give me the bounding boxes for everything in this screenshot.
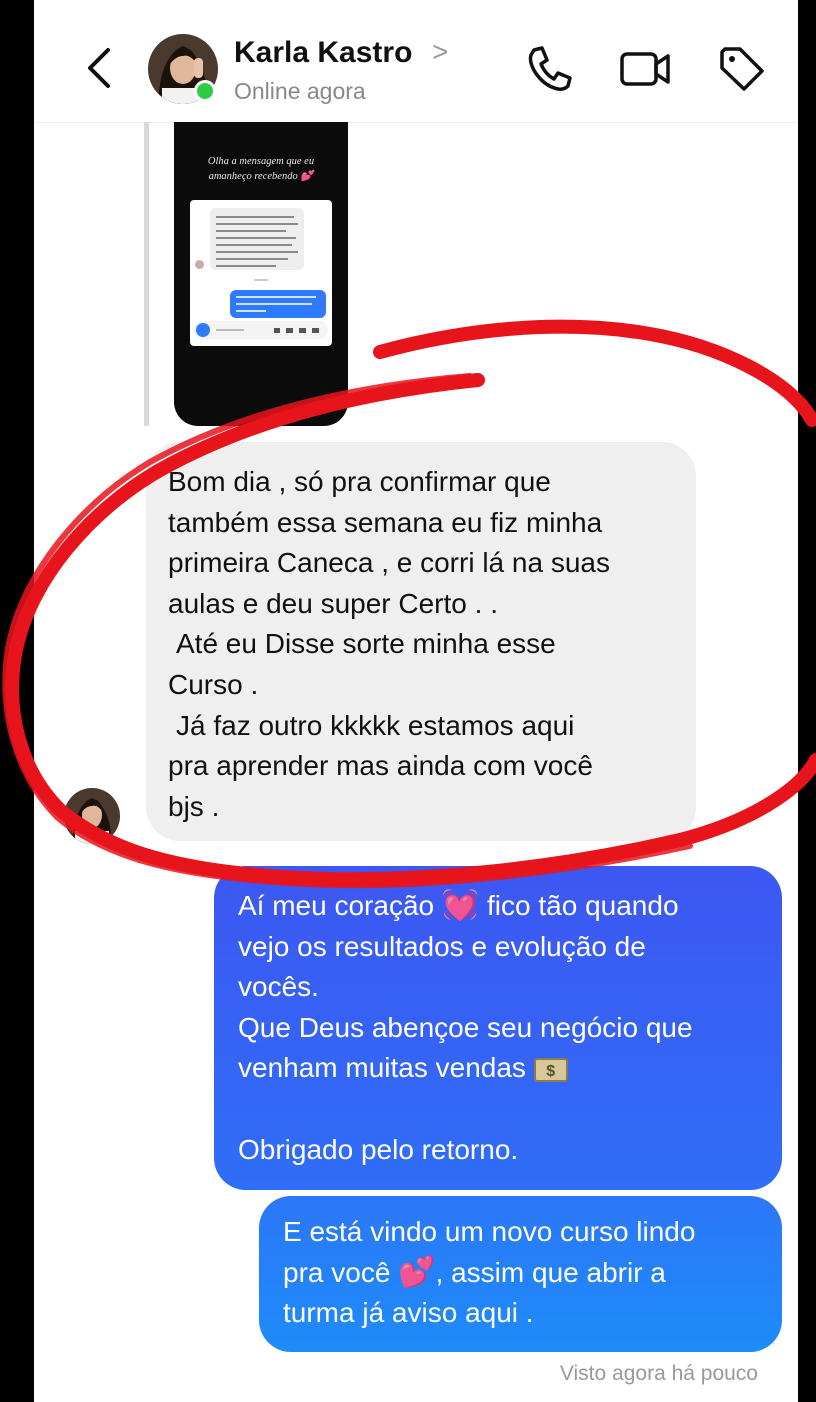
story-caption: Olha a mensagem que eu amanheço recebend… [174,154,348,184]
story-caption-line: amanheço recebendo 💕 [208,170,314,182]
message-line: Aí meu coração 💓 fico tão quando [238,886,764,927]
message-line: Que Deus abençoe seu negócio que [238,1011,693,1043]
chat-header: Karla Kastro > Online agora [34,0,798,123]
sender-avatar[interactable] [64,788,120,844]
message-line: Curso . [168,668,259,700]
message-line: também essa semana eu fiz minha [168,506,603,538]
money-emoji-icon: $ [533,1057,568,1082]
online-status-dot [194,80,216,102]
message-line: E está vindo um novo curso lindo [283,1216,696,1247]
message-line: pra aprender mas ainda com você [168,750,593,782]
contact-status: Online agora [234,78,366,104]
two-hearts-emoji-icon: 💕 [398,1254,436,1290]
reply-indicator-bar [144,122,149,426]
chat-screen: Karla Kastro > Online agora Olha a mensa… [34,0,798,1402]
video-call-button[interactable] [618,42,674,94]
message-line: turma já aviso aqui . [283,1297,534,1329]
message-line: Já faz outro kkkkk estamos aqui [176,709,575,741]
story-screenshot-card [190,200,332,346]
message-line: primeira Caneca , e corri lá na suas [168,547,610,579]
chevron-right-icon[interactable]: > [432,36,448,68]
incoming-message-bubble[interactable]: Bom dia , só pra confirmar que também es… [146,442,696,841]
heart-emoji-icon: 💓 [441,888,480,923]
back-button[interactable] [80,42,120,94]
message-line: vejo os resultados e evolução de [238,930,646,962]
story-caption-line: Olha a mensagem que eu [207,156,315,167]
message-line: Obrigado pelo retorno. [238,1133,519,1165]
message-line: Bom dia , só pra confirmar que [168,466,551,497]
video-camera-icon [620,52,670,86]
phone-icon [528,46,572,91]
message-line: pra você 💕, assim que abrir a [283,1253,764,1294]
message-line: bjs . [168,790,220,822]
seen-status: Visto agora há pouco [559,1362,758,1385]
tag-icon [720,47,764,91]
tag-button[interactable] [716,42,766,94]
outgoing-message-bubble[interactable]: E está vindo um novo curso lindo pra voc… [259,1196,782,1352]
message-line: aulas e deu super Certo . . [168,587,498,619]
back-arrow-icon [88,48,110,88]
outgoing-message-bubble[interactable]: Aí meu coração 💓 fico tão quando vejo os… [214,866,782,1190]
contact-name[interactable]: Karla Kastro [234,36,412,70]
message-line: vocês. [238,971,319,1003]
story-reply-thumbnail[interactable]: Olha a mensagem que eu amanheço recebend… [174,122,348,426]
call-button[interactable] [524,42,574,94]
message-line: venham muitas vendas $ [238,1048,764,1089]
message-line: Até eu Disse sorte minha esse [176,628,556,660]
